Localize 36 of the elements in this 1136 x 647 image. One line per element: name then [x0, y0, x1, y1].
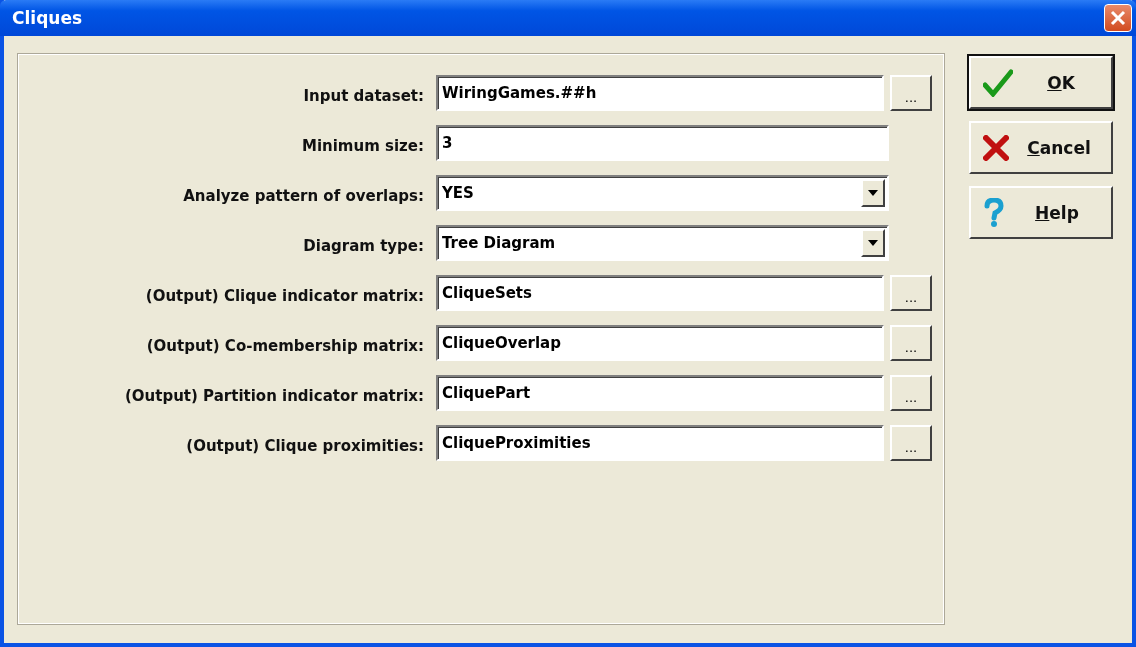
field-label: Diagram type:	[302, 236, 424, 255]
input-field[interactable]: CliqueProximities	[436, 425, 884, 461]
browse-button[interactable]: ...	[890, 425, 932, 461]
caret-icon	[868, 240, 878, 246]
field-label: (Output) Partition indicator matrix:	[124, 386, 424, 405]
question-mark-icon	[983, 197, 1005, 228]
dropdown-value: Tree Diagram	[442, 234, 556, 252]
browse-button[interactable]: ...	[890, 375, 932, 411]
close-icon	[1110, 10, 1126, 26]
window-title: Cliques	[12, 8, 83, 28]
cancel-button[interactable]: Cancel	[969, 121, 1113, 174]
input-field[interactable]: CliquePart	[436, 375, 884, 411]
dropdown-button[interactable]	[861, 179, 885, 207]
field-label: (Output) Clique proximities:	[185, 436, 424, 455]
field-label: (Output) Co-membership matrix:	[145, 336, 424, 355]
input-field[interactable]: 3	[436, 125, 889, 161]
field-label: (Output) Clique indicator matrix:	[144, 286, 424, 305]
caret-icon	[868, 190, 878, 196]
help-button[interactable]: Help	[969, 186, 1113, 239]
browse-button[interactable]: ...	[890, 275, 932, 311]
browse-button[interactable]: ...	[890, 325, 932, 361]
close-button[interactable]	[1104, 4, 1132, 32]
checkmark-icon	[983, 68, 1013, 97]
field-label: Minimum size:	[300, 136, 424, 155]
browse-button[interactable]: ...	[890, 75, 932, 111]
ok-button[interactable]: OK	[969, 56, 1113, 109]
input-field[interactable]: CliqueOverlap	[436, 325, 884, 361]
dropdown[interactable]: YES	[436, 175, 889, 211]
dropdown[interactable]: Tree Diagram	[436, 225, 889, 261]
input-field[interactable]: CliqueSets	[436, 275, 884, 311]
dropdown-button[interactable]	[861, 229, 885, 257]
field-label: Input dataset:	[302, 86, 424, 105]
dropdown-value: YES	[442, 184, 474, 202]
cross-icon	[983, 134, 1009, 161]
field-label: Analyze pattern of overlaps:	[182, 186, 424, 205]
input-field[interactable]: WiringGames.##h	[436, 75, 884, 111]
